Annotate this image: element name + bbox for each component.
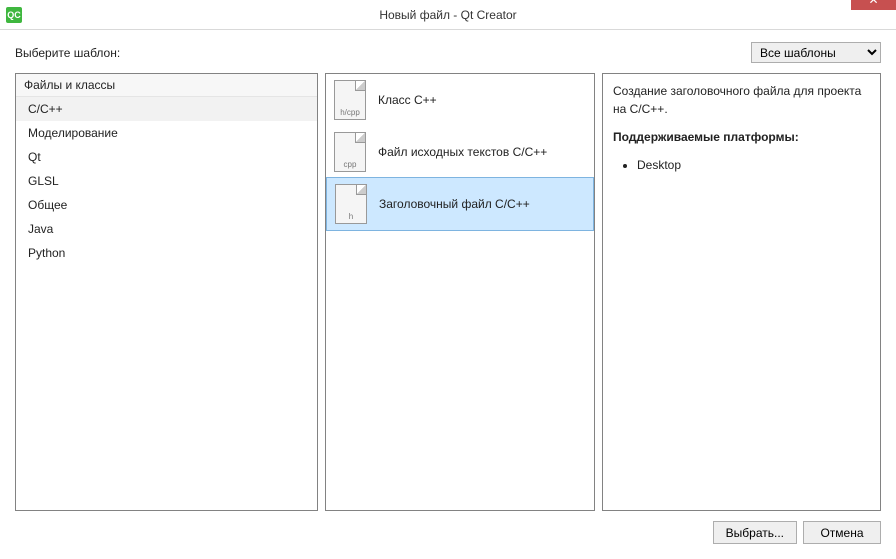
category-list: C/C++МоделированиеQtGLSLОбщееJavaPython [16, 97, 317, 265]
category-item[interactable]: C/C++ [16, 97, 317, 121]
close-button[interactable]: ✕ [851, 0, 896, 10]
top-row: Выберите шаблон: Все шаблоны [15, 42, 881, 63]
category-item[interactable]: GLSL [16, 169, 317, 193]
window-title: Новый файл - Qt Creator [0, 8, 896, 22]
category-item[interactable]: Общее [16, 193, 317, 217]
choose-button[interactable]: Выбрать... [713, 521, 797, 544]
cancel-button[interactable]: Отмена [803, 521, 881, 544]
titlebar: QC Новый файл - Qt Creator ✕ [0, 0, 896, 30]
platform-list: Desktop [637, 156, 870, 174]
app-icon: QC [6, 7, 22, 23]
template-label: Класс C++ [378, 93, 437, 107]
close-icon: ✕ [868, 0, 878, 7]
category-item[interactable]: Python [16, 241, 317, 265]
category-item[interactable]: Qt [16, 145, 317, 169]
template-item[interactable]: h Заголовочный файл C/C++ [326, 177, 594, 231]
template-item[interactable]: h/cpp Класс C++ [326, 74, 594, 126]
platforms-label: Поддерживаемые платформы: [613, 130, 799, 144]
platform-item: Desktop [637, 156, 870, 174]
file-icon: cpp [334, 132, 366, 172]
template-panel: h/cpp Класс C++ cpp Файл исходных текстов C… [325, 73, 595, 511]
dialog-content: Выберите шаблон: Все шаблоны Файлы и кла… [0, 30, 896, 559]
template-item[interactable]: cpp Файл исходных текстов C/C++ [326, 126, 594, 178]
choose-template-label: Выберите шаблон: [15, 46, 120, 60]
description-text: Создание заголовочного файла для проекта… [613, 82, 870, 118]
description: Создание заголовочного файла для проекта… [613, 82, 870, 174]
description-panel: Создание заголовочного файла для проекта… [602, 73, 881, 511]
file-icon: h [335, 184, 367, 224]
file-icon: h/cpp [334, 80, 366, 120]
footer: Выбрать... Отмена [15, 521, 881, 544]
category-header: Файлы и классы [16, 74, 317, 97]
category-panel: Файлы и классы C/C++МоделированиеQtGLSLО… [15, 73, 318, 511]
category-item[interactable]: Моделирование [16, 121, 317, 145]
panels: Файлы и классы C/C++МоделированиеQtGLSLО… [15, 73, 881, 511]
template-label: Заголовочный файл C/C++ [379, 197, 530, 211]
template-label: Файл исходных текстов C/C++ [378, 145, 547, 159]
category-item[interactable]: Java [16, 217, 317, 241]
template-filter-select[interactable]: Все шаблоны [751, 42, 881, 63]
template-list: h/cpp Класс C++ cpp Файл исходных текстов C… [326, 74, 594, 231]
